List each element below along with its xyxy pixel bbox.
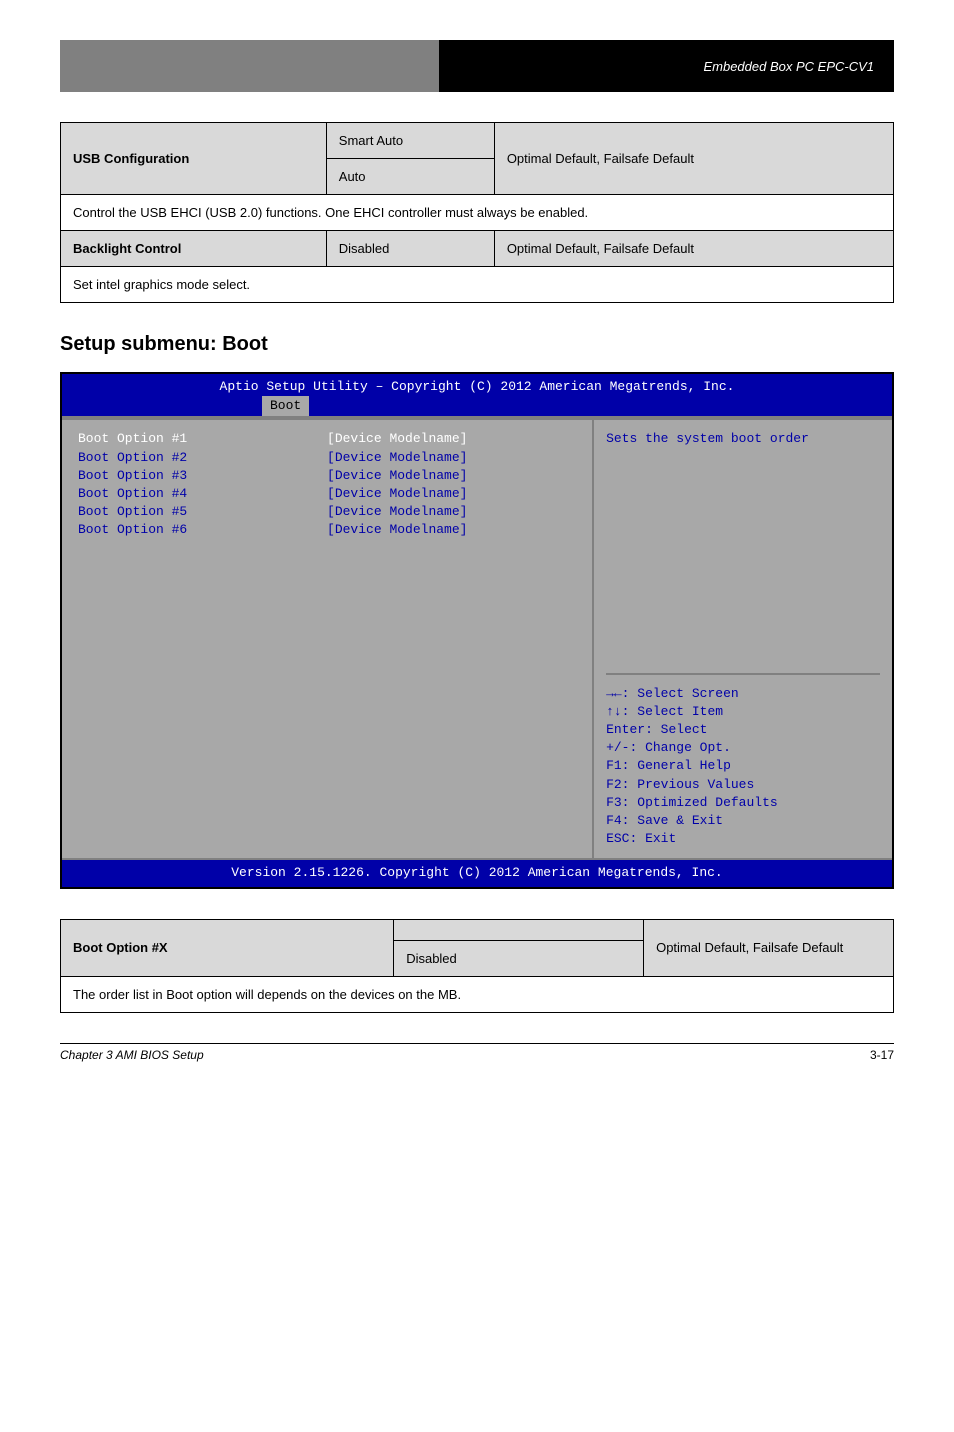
bios-item-value: [Device Modelname] [327,430,576,448]
page-header: Embedded Box PC EPC-CV1 [60,40,894,92]
bios-body: Boot Option #1 [Device Modelname] Boot O… [62,418,892,858]
bios-key-line: →←: Select Screen [606,685,880,703]
t1-r1-name: USB Configuration [61,123,327,195]
footer-chapter: Chapter 3 AMI BIOS Setup [60,1048,204,1062]
footer-page-number: 3-17 [870,1048,894,1062]
bios-key-line: F3: Optimized Defaults [606,794,880,812]
bios-title-bar: Aptio Setup Utility – Copyright (C) 2012… [62,374,892,396]
bios-boot-option-3[interactable]: Boot Option #3 [Device Modelname] [78,467,576,485]
t2-r1-name: Boot Option #X [61,919,394,976]
bios-key-line: ↑↓: Select Item [606,703,880,721]
header-left-block [60,40,439,92]
bios-key-help: →←: Select Screen ↑↓: Select Item Enter:… [606,673,880,849]
bios-key-line: F1: General Help [606,757,880,775]
bios-item-label: Boot Option #6 [78,521,327,539]
bios-boot-option-6[interactable]: Boot Option #6 [Device Modelname] [78,521,576,539]
bios-key-line: ESC: Exit [606,830,880,848]
bios-footer-bar: Version 2.15.1226. Copyright (C) 2012 Am… [62,858,892,886]
bios-side-panel: Sets the system boot order →←: Select Sc… [594,420,892,858]
t1-r2-desc: Control the USB EHCI (USB 2.0) functions… [61,195,894,231]
t1-r3-name: Backlight Control [61,231,327,267]
t2-r2-desc: The order list in Boot option will depen… [61,976,894,1012]
bios-boot-option-1[interactable]: Boot Option #1 [Device Modelname] [78,430,576,448]
bios-screenshot: Aptio Setup Utility – Copyright (C) 2012… [60,372,894,889]
bios-item-label: Boot Option #5 [78,503,327,521]
bios-tab-boot[interactable]: Boot [262,396,309,416]
bios-key-line: +/-: Change Opt. [606,739,880,757]
bios-boot-option-4[interactable]: Boot Option #4 [Device Modelname] [78,485,576,503]
bios-key-line: Enter: Select [606,721,880,739]
bios-item-label: Boot Option #2 [78,449,327,467]
t1-r1-opt1: Smart Auto [326,123,494,159]
t2-r1-default: Optimal Default, Failsafe Default [644,919,894,976]
spec-table-2: Boot Option #X Optimal Default, Failsafe… [60,919,894,1013]
bios-key-line: F4: Save & Exit [606,812,880,830]
spec-table-1: USB Configuration Smart Auto Optimal Def… [60,122,894,303]
header-product-name: Embedded Box PC EPC-CV1 [439,40,894,92]
bios-item-label: Boot Option #1 [78,430,327,448]
bios-item-value: [Device Modelname] [327,485,576,503]
bios-item-value: [Device Modelname] [327,521,576,539]
bios-item-value: [Device Modelname] [327,449,576,467]
bios-item-value: [Device Modelname] [327,503,576,521]
bios-boot-option-2[interactable]: Boot Option #2 [Device Modelname] [78,449,576,467]
bios-key-line: F2: Previous Values [606,776,880,794]
bios-tab-row: Boot [62,396,892,418]
section-title: Setup submenu: Boot [60,333,894,356]
page-footer: Chapter 3 AMI BIOS Setup 3-17 [60,1043,894,1062]
bios-boot-option-5[interactable]: Boot Option #5 [Device Modelname] [78,503,576,521]
bios-help-description: Sets the system boot order [606,430,880,448]
t2-r1-opt1 [394,919,644,940]
t1-r4-desc: Set intel graphics mode select. [61,267,894,303]
t1-r1-opt2: Auto [326,159,494,195]
t1-r3-opt: Disabled [326,231,494,267]
bios-item-value: [Device Modelname] [327,467,576,485]
bios-item-label: Boot Option #4 [78,485,327,503]
t2-r1-opt2: Disabled [394,940,644,976]
t1-r3-default: Optimal Default, Failsafe Default [494,231,893,267]
bios-item-label: Boot Option #3 [78,467,327,485]
t1-r1-default: Optimal Default, Failsafe Default [494,123,893,195]
bios-main-panel: Boot Option #1 [Device Modelname] Boot O… [62,420,594,858]
